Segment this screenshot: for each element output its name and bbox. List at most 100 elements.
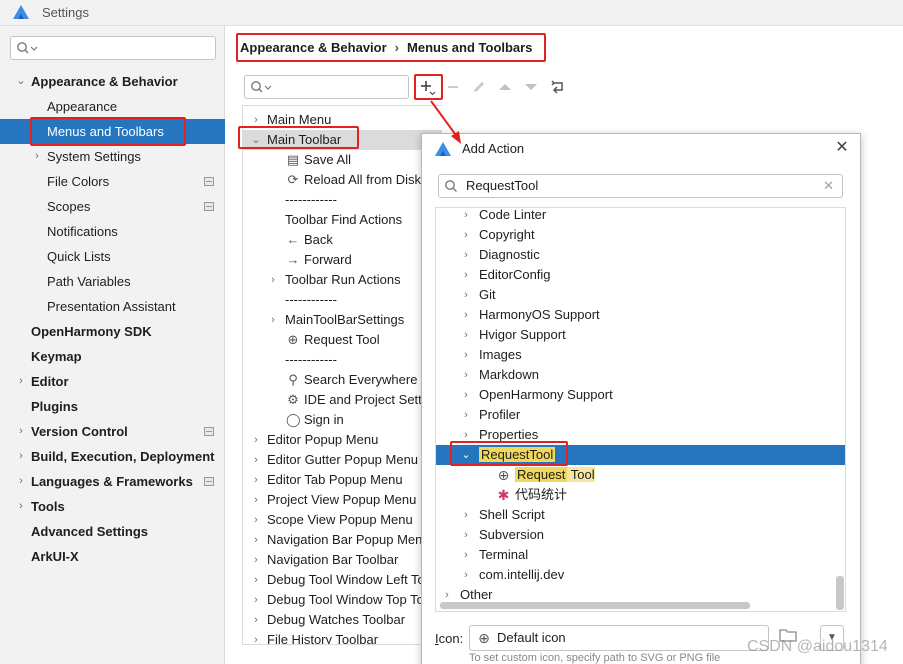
sidebar-item[interactable]: Notifications <box>0 219 225 244</box>
chevron-right-icon[interactable]: › <box>250 570 262 590</box>
action-tree-item[interactable]: ← Back <box>243 230 442 250</box>
action-tree-item[interactable]: → Forward <box>243 250 442 270</box>
action-tree-item[interactable]: ⊕ Request Tool <box>243 330 442 350</box>
chevron-right-icon[interactable]: › <box>460 265 472 285</box>
dialog-tree-item[interactable]: › Hvigor Support <box>436 325 845 345</box>
breadcrumb-parent[interactable]: Appearance & Behavior <box>240 40 387 55</box>
action-tree-item[interactable]: › Editor Tab Popup Menu <box>243 470 442 490</box>
chevron-right-icon[interactable]: › <box>267 310 279 330</box>
chevron-right-icon[interactable]: › <box>15 469 27 494</box>
dialog-tree-item[interactable]: › HarmonyOS Support <box>436 305 845 325</box>
remove-icon[interactable] <box>444 78 462 96</box>
chevron-right-icon[interactable]: › <box>250 590 262 610</box>
chevron-right-icon[interactable]: › <box>460 305 472 325</box>
action-tree-item[interactable]: ------------ <box>243 190 442 210</box>
action-tree-item[interactable]: › Debug Tool Window Top Toolbar <box>243 590 442 610</box>
action-tree-item[interactable]: ◯ Sign in <box>243 410 442 430</box>
action-tree-item[interactable]: ------------ <box>243 290 442 310</box>
chevron-right-icon[interactable]: › <box>15 444 27 469</box>
dialog-tree-item[interactable]: › Profiler <box>436 405 845 425</box>
sidebar-item[interactable]: ArkUI-X <box>0 544 225 569</box>
sidebar-item[interactable]: › Editor <box>0 369 225 394</box>
sidebar-item[interactable]: › Build, Execution, Deployment <box>0 444 225 469</box>
dialog-tree-item[interactable]: › Markdown <box>436 365 845 385</box>
sidebar-search-input[interactable] <box>10 36 216 60</box>
action-tree-item[interactable]: › Navigation Bar Popup Menu <box>243 530 442 550</box>
sidebar-item[interactable]: › Version Control <box>0 419 225 444</box>
chevron-right-icon[interactable]: › <box>15 419 27 444</box>
chevron-right-icon[interactable]: › <box>460 405 472 425</box>
chevron-right-icon[interactable]: › <box>460 385 472 405</box>
dialog-tree-item[interactable]: › Copyright <box>436 225 845 245</box>
dialog-tree-item[interactable]: ⊕ Request Tool <box>436 465 845 485</box>
sidebar-item[interactable]: Presentation Assistant <box>0 294 225 319</box>
dialog-tree-item[interactable]: ✱ 代码统计 <box>436 485 845 505</box>
action-tree-item[interactable]: ⚲ Search Everywhere <box>243 370 442 390</box>
clear-search-icon[interactable]: ✕ <box>823 178 834 194</box>
chevron-right-icon[interactable]: › <box>250 510 262 530</box>
chevron-down-icon[interactable]: ⌄ <box>250 130 262 150</box>
dialog-tree-item[interactable]: › EditorConfig <box>436 265 845 285</box>
chevron-right-icon[interactable]: › <box>460 285 472 305</box>
sidebar-item[interactable]: › Tools <box>0 494 225 519</box>
chevron-right-icon[interactable]: › <box>250 630 262 644</box>
sidebar-item[interactable]: › Languages & Frameworks <box>0 469 225 494</box>
dialog-tree-item[interactable]: › Properties <box>436 425 845 445</box>
action-tree-item[interactable]: › Debug Tool Window Left Toolbar <box>243 570 442 590</box>
dialog-tree-item[interactable]: › Shell Script <box>436 505 845 525</box>
action-tree-item[interactable]: › Editor Gutter Popup Menu <box>243 450 442 470</box>
dialog-search-input[interactable]: RequestTool ✕ <box>438 174 843 198</box>
action-tree-item[interactable]: ⌄ Main Toolbar <box>243 130 442 150</box>
restore-icon[interactable] <box>549 78 567 96</box>
chevron-right-icon[interactable]: › <box>250 470 262 490</box>
chevron-right-icon[interactable]: › <box>460 545 472 565</box>
chevron-right-icon[interactable]: › <box>460 525 472 545</box>
sidebar-item[interactable]: › System Settings <box>0 144 225 169</box>
chevron-right-icon[interactable]: › <box>460 208 472 225</box>
action-tree-item[interactable]: › File History Toolbar <box>243 630 442 644</box>
chevron-right-icon[interactable]: › <box>250 550 262 570</box>
chevron-right-icon[interactable]: › <box>250 110 262 130</box>
chevron-right-icon[interactable]: › <box>460 505 472 525</box>
chevron-right-icon[interactable]: › <box>267 270 279 290</box>
sidebar-item[interactable]: Scopes <box>0 194 225 219</box>
dialog-tree-item[interactable]: › Subversion <box>436 525 845 545</box>
sidebar-item[interactable]: Path Variables <box>0 269 225 294</box>
dialog-tree-item[interactable]: › Git <box>436 285 845 305</box>
action-tree-item[interactable]: › Debug Watches Toolbar <box>243 610 442 630</box>
chevron-right-icon[interactable]: › <box>250 530 262 550</box>
actions-search-input[interactable] <box>244 75 409 99</box>
action-tree-item[interactable]: › Scope View Popup Menu <box>243 510 442 530</box>
sidebar-item[interactable]: Appearance <box>0 94 225 119</box>
chevron-right-icon[interactable]: › <box>460 225 472 245</box>
dialog-tree-item[interactable]: ⌄ RequestTool <box>436 445 845 465</box>
action-tree-item[interactable]: › MainToolBarSettings <box>243 310 442 330</box>
chevron-right-icon[interactable]: › <box>460 245 472 265</box>
chevron-right-icon[interactable]: › <box>15 369 27 394</box>
chevron-right-icon[interactable]: › <box>250 610 262 630</box>
action-tree-item[interactable]: ▤ Save All <box>243 150 442 170</box>
chevron-down-icon[interactable]: ⌄ <box>460 445 472 465</box>
action-tree-item[interactable]: ------------ <box>243 350 442 370</box>
close-icon[interactable]: ✕ <box>834 139 850 157</box>
chevron-right-icon[interactable]: › <box>250 430 262 450</box>
action-tree-item[interactable]: › Editor Popup Menu <box>243 430 442 450</box>
action-tree-item[interactable]: ⟳ Reload All from Disk <box>243 170 442 190</box>
dialog-tree-item[interactable]: › Code Linter <box>436 208 845 225</box>
vertical-scrollbar[interactable] <box>836 576 844 610</box>
chevron-right-icon[interactable]: › <box>460 365 472 385</box>
sidebar-item[interactable]: Quick Lists <box>0 244 225 269</box>
sidebar-item[interactable]: File Colors <box>0 169 225 194</box>
dialog-tree-item[interactable]: › Terminal <box>436 545 845 565</box>
action-tree-item[interactable]: › Navigation Bar Toolbar <box>243 550 442 570</box>
sidebar-item[interactable]: Advanced Settings <box>0 519 225 544</box>
chevron-right-icon[interactable]: › <box>31 144 43 169</box>
chevron-right-icon[interactable]: › <box>460 345 472 365</box>
chevron-right-icon[interactable]: › <box>460 325 472 345</box>
sidebar-item[interactable]: Menus and Toolbars <box>0 119 225 144</box>
chevron-right-icon[interactable]: › <box>460 565 472 585</box>
chevron-right-icon[interactable]: › <box>460 425 472 445</box>
add-icon[interactable] <box>418 78 436 96</box>
chevron-right-icon[interactable]: › <box>250 490 262 510</box>
edit-icon[interactable] <box>470 78 488 96</box>
